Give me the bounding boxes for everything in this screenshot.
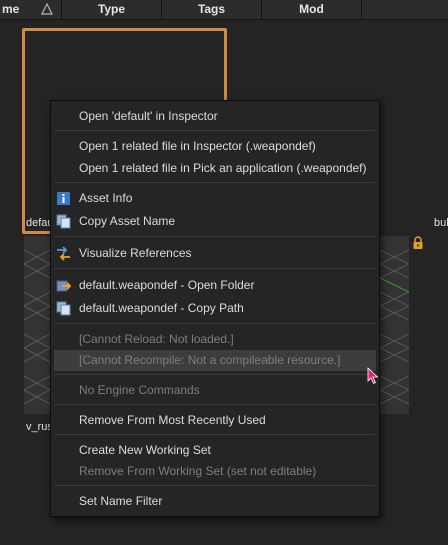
copy-icon [56, 214, 71, 229]
menu-item-label: Create New Working Set [79, 443, 211, 457]
asset-label-bul[interactable]: bul [434, 217, 448, 229]
context-menu: Open 'default' in Inspector Open 1 relat… [50, 100, 380, 517]
menu-open-in-inspector[interactable]: Open 'default' in Inspector [52, 106, 378, 127]
column-name[interactable]: me [0, 0, 62, 19]
copy-path-icon [56, 301, 71, 316]
menu-no-engine-commands: No Engine Commands [52, 380, 378, 401]
menu-remove-recently-used[interactable]: Remove From Most Recently Used [52, 410, 378, 431]
menu-item-label: No Engine Commands [79, 383, 200, 397]
menu-divider [55, 374, 375, 375]
menu-set-name-filter[interactable]: Set Name Filter [52, 491, 378, 512]
references-icon [57, 246, 70, 261]
menu-item-label: default.weapondef - Copy Path [79, 301, 244, 315]
menu-copy-asset-name[interactable]: Copy Asset Name [52, 211, 378, 232]
menu-copy-path[interactable]: default.weapondef - Copy Path [52, 298, 378, 319]
menu-item-label: Remove From Working Set (set not editabl… [79, 464, 317, 478]
menu-divider [55, 404, 375, 405]
menu-item-label: Open 1 related file in Inspector (.weapo… [79, 139, 316, 153]
menu-divider [55, 323, 375, 324]
menu-item-label: Open 1 related file in Pick an applicati… [79, 161, 367, 175]
menu-divider [55, 130, 375, 131]
menu-item-label: Asset Info [79, 191, 133, 205]
menu-item-label: [Cannot Recompile: Not a compileable res… [79, 353, 341, 367]
menu-open-folder[interactable]: default.weapondef - Open Folder [52, 275, 378, 296]
menu-visualize-references[interactable]: Visualize References [52, 243, 378, 264]
column-mod[interactable]: Mod [262, 0, 362, 19]
column-tags[interactable]: Tags [162, 0, 262, 19]
menu-item-label: Set Name Filter [79, 494, 163, 508]
column-name-label: me [2, 2, 20, 16]
menu-divider [55, 434, 375, 435]
menu-item-label: Copy Asset Name [79, 214, 176, 228]
menu-item-label: Remove From Most Recently Used [79, 413, 266, 427]
menu-item-label: Open 'default' in Inspector [79, 109, 218, 123]
column-extra [362, 0, 448, 19]
mouse-cursor-icon [367, 367, 379, 385]
column-type[interactable]: Type [62, 0, 162, 19]
asset-label-v-rus[interactable]: v_rus [26, 421, 53, 433]
sort-ascending-icon [41, 3, 53, 15]
column-tags-label: Tags [197, 2, 226, 16]
menu-divider [55, 268, 375, 269]
menu-asset-info[interactable]: Asset Info [52, 188, 378, 209]
lock-icon [413, 236, 423, 249]
menu-cannot-reload: [Cannot Reload: Not loaded.] [52, 329, 378, 350]
menu-divider [55, 485, 375, 486]
menu-item-label: default.weapondef - Open Folder [79, 278, 255, 292]
menu-divider [55, 236, 375, 237]
menu-create-working-set[interactable]: Create New Working Set [52, 440, 378, 461]
column-mod-label: Mod [299, 2, 324, 16]
menu-item-label: [Cannot Reload: Not loaded.] [79, 332, 234, 346]
info-icon [57, 192, 70, 205]
menu-open-related-pick-app[interactable]: Open 1 related file in Pick an applicati… [52, 158, 378, 179]
menu-divider [55, 182, 375, 183]
menu-cannot-recompile: [Cannot Recompile: Not a compileable res… [54, 350, 376, 371]
menu-item-label: Visualize References [79, 246, 192, 260]
menu-open-related-inspector[interactable]: Open 1 related file in Inspector (.weapo… [52, 136, 378, 157]
open-folder-icon [56, 280, 71, 292]
column-header: me Type Tags Mod [0, 0, 448, 20]
column-type-label: Type [97, 2, 126, 16]
menu-remove-working-set: Remove From Working Set (set not editabl… [52, 461, 378, 482]
